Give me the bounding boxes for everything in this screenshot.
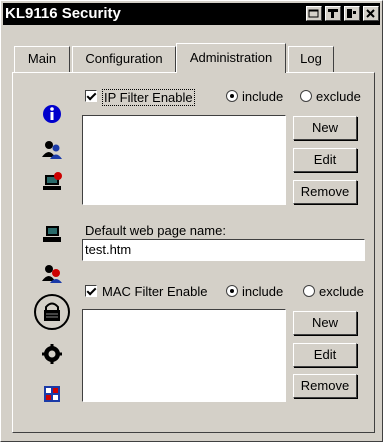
ip-include-label: include: [242, 89, 284, 104]
mac-filter-checkbox[interactable]: [85, 285, 97, 297]
tab-main[interactable]: Main: [14, 46, 70, 72]
mac-include-radio[interactable]: [226, 285, 238, 297]
ip-exclude-radio[interactable]: [300, 90, 312, 102]
ip-include-radio[interactable]: [226, 90, 238, 102]
close-button[interactable]: [363, 6, 379, 21]
security-window: KL9116 Security Main Configuration Admin…: [0, 0, 383, 442]
ip-exclude-label: exclude: [316, 89, 361, 104]
mac-edit-button[interactable]: Edit: [293, 343, 357, 367]
panel-icon[interactable]: [41, 383, 63, 405]
pin-icon: [328, 9, 338, 18]
mac-filter-label: MAC Filter Enable: [102, 284, 208, 299]
gear-icon[interactable]: [41, 343, 63, 365]
tab-administration-label: Administration: [189, 50, 273, 65]
lock-icon: [44, 302, 60, 321]
pin-button[interactable]: [325, 6, 341, 21]
ip-edit-button[interactable]: Edit: [293, 148, 357, 172]
close-icon: [366, 9, 375, 18]
ip-filter-checkbox[interactable]: [85, 90, 97, 102]
tab-log[interactable]: Log: [288, 46, 334, 72]
ip-filter-list[interactable]: [82, 115, 286, 205]
users-icon[interactable]: [41, 139, 63, 161]
tab-administration[interactable]: Administration: [176, 43, 286, 73]
computer-icon[interactable]: [41, 223, 63, 245]
default-page-input[interactable]: test.htm: [82, 239, 365, 261]
ip-new-button[interactable]: New: [293, 116, 357, 140]
tab-configuration[interactable]: Configuration: [72, 46, 176, 72]
tab-main-label: Main: [27, 51, 57, 66]
info-icon[interactable]: [41, 103, 63, 125]
mac-exclude-radio[interactable]: [303, 285, 315, 297]
title-bar[interactable]: KL9116 Security: [3, 3, 380, 25]
tab-configuration-label: Configuration: [85, 51, 163, 66]
mac-filter-list[interactable]: [82, 309, 286, 402]
mac-new-button[interactable]: New: [293, 311, 357, 335]
minimize-button[interactable]: [306, 6, 322, 21]
mac-exclude-label: exclude: [319, 284, 364, 299]
menu-icon: [347, 9, 356, 18]
ip-remove-button[interactable]: Remove: [293, 180, 357, 204]
tab-log-label: Log: [300, 51, 322, 66]
mac-remove-button[interactable]: Remove: [293, 374, 357, 398]
window-title: KL9116 Security: [5, 5, 121, 22]
ip-filter-label: IP Filter Enable: [102, 89, 195, 106]
selected-lock-highlight[interactable]: [34, 294, 70, 330]
user-security-icon[interactable]: [41, 263, 63, 285]
minimize-icon: [308, 9, 319, 18]
mac-include-label: include: [242, 284, 284, 299]
default-page-label: Default web page name:: [85, 223, 226, 238]
computer-security-icon[interactable]: [41, 171, 63, 193]
menu-button[interactable]: [344, 6, 360, 21]
